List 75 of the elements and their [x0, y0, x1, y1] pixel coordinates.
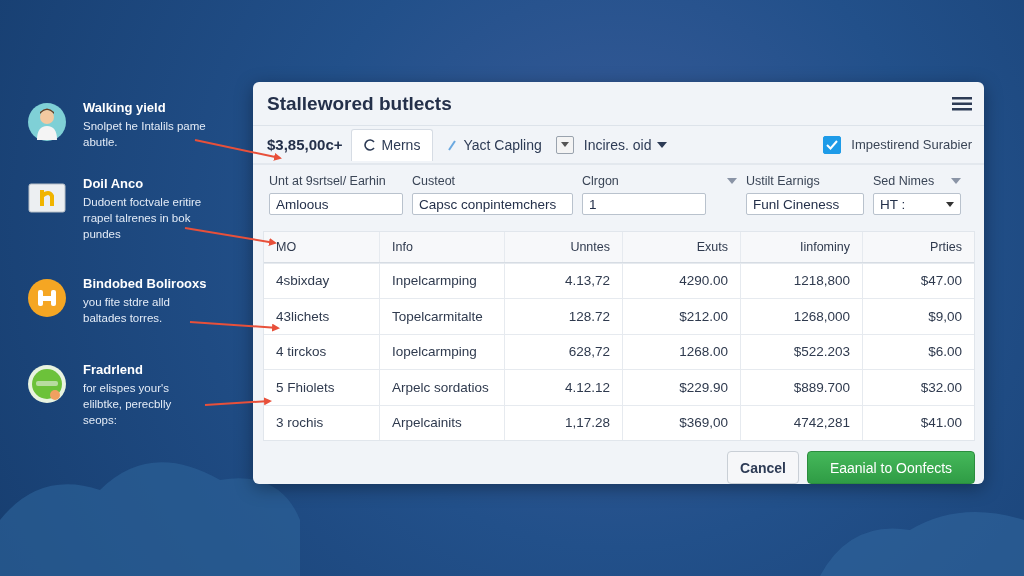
callout-text: Snolpet he Intalils pame abutle.	[83, 119, 207, 150]
dialog-title: Stallewored butlects	[267, 92, 452, 115]
field-label: Custeot	[412, 174, 456, 189]
table-cell-text: 3 rochis	[275, 414, 325, 433]
table-cell: 4.13,72	[504, 263, 622, 298]
column-header: Exuts	[622, 231, 740, 262]
callout-text: for elispes your's elilbtke, perecblly seops:	[83, 381, 173, 428]
callout-text: Dudoent foctvale eritire rrapel talrenes in bok pundes	[83, 195, 203, 242]
table-cell: $369,00	[622, 405, 740, 440]
table-cell-text: 4 tirckos	[275, 343, 328, 362]
table-cell: Iopelcarmping	[379, 334, 504, 369]
table-cell: Inpelcarmping	[379, 263, 504, 298]
table-cell: 4.12.12	[504, 370, 622, 405]
table-cell: 628,72	[504, 334, 622, 369]
table-cell: 1,17.28	[504, 405, 622, 440]
column-header: Unntes	[504, 231, 622, 262]
dropdown-menu[interactable]: Incires. oid	[579, 134, 672, 155]
table-cell: $32.00	[862, 370, 974, 405]
field-label: Unt at 9srtsel/ Earhin	[269, 174, 386, 189]
badge-icon	[27, 278, 67, 318]
table-cell: Topelcarmitalte	[379, 299, 504, 334]
pen-icon	[447, 138, 458, 151]
input-field[interactable]: Capsc conpintemchers	[412, 193, 573, 216]
table-cell: 1268.00	[622, 334, 740, 369]
input-field[interactable]: Funl Cineness	[746, 193, 864, 216]
table-cell: Arpelcainits	[379, 405, 504, 440]
table-cell: $889.700	[740, 370, 862, 405]
table-cell: $6.00	[862, 334, 974, 369]
refresh-icon	[363, 139, 376, 152]
column-header: Info	[379, 231, 504, 262]
callout-title: Bindobed Bolirooxs	[83, 276, 208, 291]
table-cell: 1218,800	[740, 263, 862, 298]
field-label: Sed Nimes	[873, 174, 935, 189]
person-icon	[27, 102, 67, 142]
table-cell: $522.203	[740, 334, 862, 369]
column-header: MO	[275, 238, 298, 256]
dropdown-button[interactable]	[555, 135, 574, 154]
caret-icon	[560, 141, 569, 148]
callout-text: you fite stdre alld baltades torres.	[83, 295, 171, 326]
callout-title: Doil Anco	[83, 176, 145, 191]
select-field[interactable]: HT :	[873, 193, 961, 216]
amount-label: $3,85,00c+	[267, 136, 343, 154]
table-cell: $229.90	[622, 370, 740, 405]
globe-icon	[27, 364, 67, 404]
cancel-button[interactable]: Cancel	[727, 451, 799, 484]
table-cell-text: 4sbixday	[275, 272, 331, 291]
table-cell: Arpelc sordatios	[379, 370, 504, 405]
tab[interactable]: Yact Capling	[439, 128, 550, 161]
table-cell: $9,00	[862, 299, 974, 334]
table-cell-text: 43lichets	[275, 307, 331, 326]
menu-icon[interactable]	[952, 96, 972, 111]
checkbox-label: Impestirend Surabier	[851, 137, 972, 153]
caret-icon[interactable]	[951, 178, 961, 185]
field-label: Ustilt Earnigs	[746, 174, 820, 189]
table-cell: 4742,281	[740, 405, 862, 440]
arrow	[204, 397, 272, 406]
tab[interactable]: Merns	[350, 128, 434, 161]
caret-icon	[657, 141, 668, 148]
table-cell: $212.00	[622, 299, 740, 334]
field-label: Clrgon	[582, 174, 619, 189]
table-cell: 1268,000	[740, 299, 862, 334]
caret-icon	[946, 201, 954, 207]
column-header: Prties	[862, 231, 974, 262]
callout-title: Fradrlend	[83, 362, 144, 377]
table-cell: $47.00	[862, 263, 974, 298]
table-cell: $41.00	[862, 405, 974, 440]
checkbox[interactable]	[823, 135, 842, 154]
callout-title: Walking yield	[83, 100, 167, 115]
table-cell-text: 5 Fhiolets	[275, 378, 336, 397]
input-field[interactable]: 1	[582, 193, 706, 216]
input-field[interactable]: Amloous	[269, 193, 403, 216]
table-cell: 4290.00	[622, 263, 740, 298]
caret-icon[interactable]	[727, 178, 737, 185]
table-cell: 128.72	[504, 299, 622, 334]
column-header: Iinfominy	[740, 231, 862, 262]
